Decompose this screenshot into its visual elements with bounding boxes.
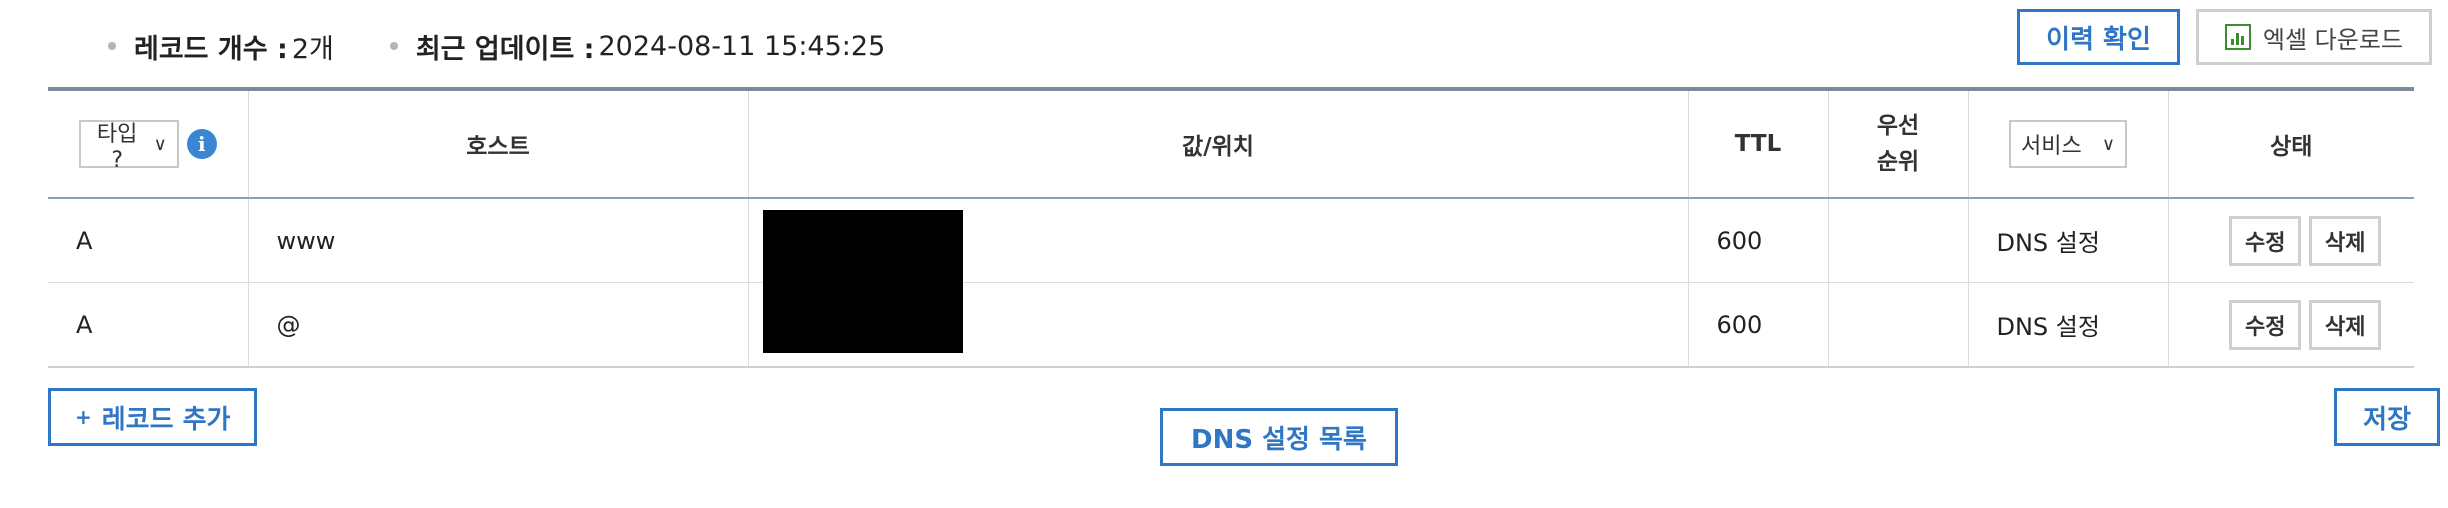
row-ttl: 600 bbox=[1687, 198, 1828, 283]
chevron-down-icon: ∨ bbox=[153, 133, 167, 155]
edit-button[interactable]: 수정 bbox=[2229, 299, 2302, 350]
row-value bbox=[747, 198, 1688, 286]
row-host: @ bbox=[247, 282, 748, 367]
row-actions: 수정 삭제 bbox=[2167, 198, 2414, 283]
delete-button[interactable]: 삭제 bbox=[2309, 215, 2382, 266]
plus-icon: + bbox=[75, 405, 92, 429]
priority-header-line1: 우선 bbox=[1876, 113, 1920, 139]
add-record-button[interactable]: + 레코드 추가 bbox=[48, 388, 258, 446]
bullet-icon bbox=[108, 42, 116, 50]
row-value bbox=[747, 275, 1688, 367]
excel-chart-icon bbox=[2224, 24, 2251, 50]
type-column-header: 타입 ? ∨ i bbox=[48, 89, 248, 199]
row-service: DNS 설정 bbox=[1967, 282, 2168, 367]
row-type: A bbox=[76, 310, 93, 339]
table-header-row: 타입 ? ∨ i 호스트 값/위치 TTL 우선 순위 서비스 ∨ 상태 bbox=[48, 89, 2414, 199]
top-actions: 이력 확인 엑셀 다운로드 bbox=[2017, 9, 2432, 65]
record-count: 레코드 개수 : 2개 bbox=[108, 27, 334, 66]
type-filter-value: 타입 ? bbox=[96, 121, 138, 173]
row-priority bbox=[1827, 198, 1968, 283]
history-button[interactable]: 이력 확인 bbox=[2017, 9, 2180, 65]
table-row: A www 600 DNS 설정 수정 삭제 bbox=[48, 198, 2414, 286]
save-button-label: 저장 bbox=[2363, 404, 2411, 435]
dns-settings-list-button[interactable]: DNS 설정 목록 bbox=[1160, 408, 1398, 466]
info-icon[interactable]: i bbox=[186, 129, 217, 159]
excel-download-button[interactable]: 엑셀 다운로드 bbox=[2195, 9, 2432, 65]
record-count-label: 레코드 개수 : bbox=[134, 33, 288, 65]
chevron-down-icon: ∨ bbox=[2101, 133, 2115, 155]
type-filter-select[interactable]: 타입 ? ∨ bbox=[78, 120, 179, 173]
last-update-value: 2024-08-11 15:45:25 bbox=[598, 30, 886, 62]
service-column-header: 서비스 ∨ bbox=[1967, 89, 2168, 199]
add-record-label: 레코드 추가 bbox=[101, 404, 231, 435]
priority-header-line2: 순위 bbox=[1876, 149, 1920, 175]
ttl-column-header: TTL bbox=[1687, 89, 1828, 199]
priority-column-header: 우선 순위 bbox=[1827, 89, 1968, 199]
row-actions: 수정 삭제 bbox=[2167, 282, 2414, 367]
row-ttl: 600 bbox=[1687, 282, 1828, 367]
record-summary: 레코드 개수 : 2개 최근 업데이트 : 2024-08-11 15:45:2… bbox=[108, 26, 941, 66]
bullet-icon bbox=[389, 42, 398, 50]
row-type: A bbox=[48, 198, 248, 283]
row-priority bbox=[1827, 282, 1968, 367]
last-update: 최근 업데이트 : 2024-08-11 15:45:25 bbox=[389, 27, 886, 66]
row-service: DNS 설정 bbox=[1967, 198, 2168, 283]
delete-button[interactable]: 삭제 bbox=[2309, 299, 2382, 350]
excel-download-label: 엑셀 다운로드 bbox=[2262, 25, 2403, 54]
edit-button[interactable]: 수정 bbox=[2229, 215, 2302, 266]
record-count-value: 2개 bbox=[291, 33, 334, 65]
service-filter-select[interactable]: 서비스 ∨ bbox=[2009, 120, 2127, 168]
dns-settings-list-label: DNS 설정 목록 bbox=[1191, 424, 1367, 455]
value-column-header: 값/위치 bbox=[747, 89, 1688, 199]
save-button[interactable]: 저장 bbox=[2334, 388, 2440, 446]
dns-record-table: 타입 ? ∨ i 호스트 값/위치 TTL 우선 순위 서비스 ∨ 상태 A w… bbox=[48, 87, 2414, 368]
redacted-value bbox=[762, 275, 963, 353]
table-row: A @ 600 DNS 설정 수정 삭제 bbox=[48, 275, 2414, 367]
service-filter-value: 서비스 bbox=[2021, 134, 2082, 159]
status-column-header: 상태 bbox=[2167, 89, 2414, 199]
host-column-header: 호스트 bbox=[247, 89, 748, 199]
row-host: www bbox=[247, 198, 748, 283]
last-update-label: 최근 업데이트 : bbox=[415, 33, 595, 65]
history-button-label: 이력 확인 bbox=[2046, 24, 2151, 55]
